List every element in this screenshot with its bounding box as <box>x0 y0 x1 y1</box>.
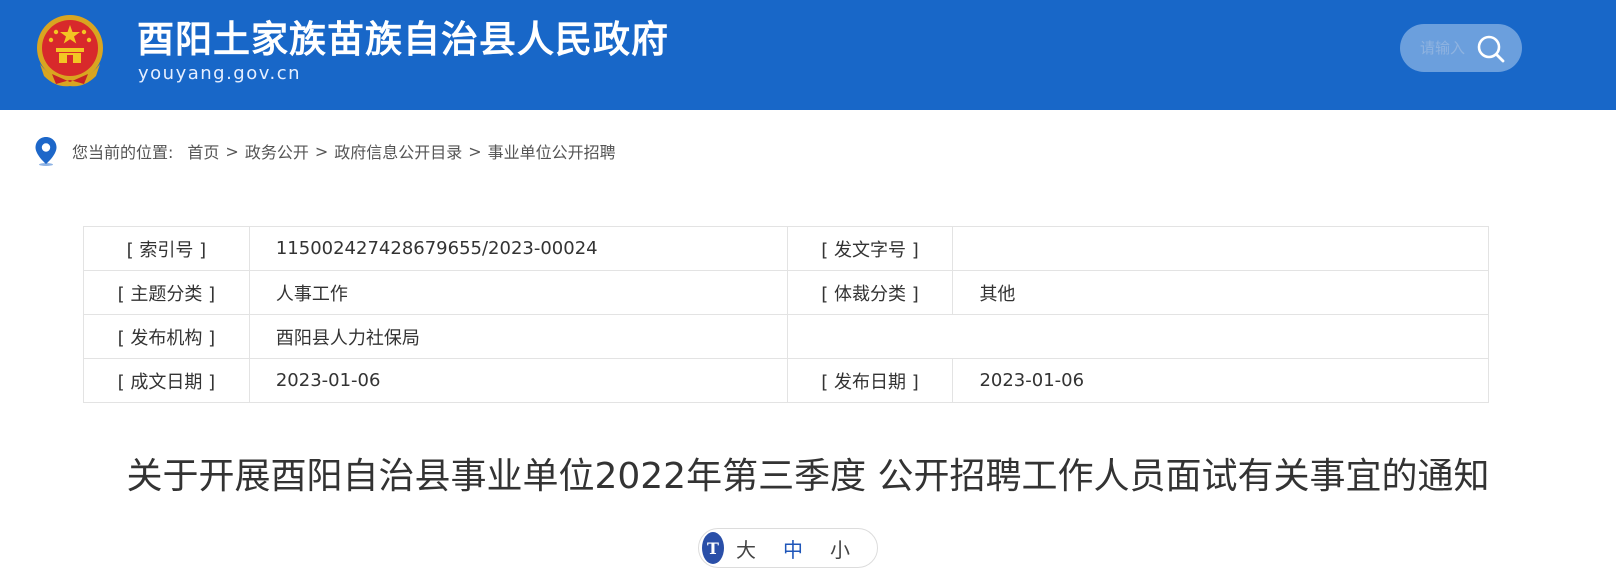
font-size-small-button[interactable]: 小 <box>830 534 850 563</box>
breadcrumb-recruitment[interactable]: 事业单位公开招聘 <box>488 139 616 163</box>
site-domain: youyang.gov.cn <box>138 63 302 84</box>
search-box <box>1400 24 1522 72</box>
site-header: 酉阳土家族苗族自治县人民政府 youyang.gov.cn <box>0 0 1616 110</box>
topic-category-value: 人事工作 <box>248 270 788 315</box>
breadcrumb-gov-affairs[interactable]: 政务公开 <box>245 139 309 163</box>
breadcrumb-home[interactable]: 首页 <box>187 139 219 163</box>
empty-cell <box>786 314 1490 359</box>
table-row: [ 成文日期 ] 2023-01-06 [ 发布日期 ] 2023-01-06 <box>83 358 1489 403</box>
created-date-value: 2023-01-06 <box>248 358 788 403</box>
table-row: [ 索引号 ] 115002427428679655/2023-00024 [ … <box>83 226 1489 271</box>
topic-category-label: [ 主题分类 ] <box>83 270 250 315</box>
published-date-value: 2023-01-06 <box>952 358 1489 403</box>
created-date-label: [ 成文日期 ] <box>83 358 250 403</box>
breadcrumb-separator: > <box>314 141 329 161</box>
genre-category-label: [ 体裁分类 ] <box>786 270 954 315</box>
font-size-large-button[interactable]: 大 <box>736 534 756 563</box>
genre-category-value: 其他 <box>952 270 1489 315</box>
search-icon[interactable] <box>1476 34 1506 64</box>
font-size-medium-button[interactable]: 中 <box>783 534 803 563</box>
table-row: [ 主题分类 ] 人事工作 [ 体裁分类 ] 其他 <box>83 270 1489 315</box>
document-number-label: [ 发文字号 ] <box>786 226 954 271</box>
location-pin-icon <box>35 137 57 166</box>
breadcrumb: 您当前的位置: 首页 > 政务公开 > 政府信息公开目录 > 事业单位公开招聘 <box>34 134 616 168</box>
document-number-value <box>952 226 1489 271</box>
breadcrumb-separator: > <box>468 141 482 161</box>
publisher-label: [ 发布机构 ] <box>83 314 250 359</box>
breadcrumb-separator: > <box>225 141 239 161</box>
breadcrumb-label: 您当前的位置: <box>72 143 174 162</box>
published-date-label: [ 发布日期 ] <box>786 358 954 403</box>
index-number-value: 115002427428679655/2023-00024 <box>248 226 788 271</box>
font-size-switcher: T 大 中 小 <box>698 528 878 568</box>
national-emblem-icon[interactable] <box>34 12 106 88</box>
text-size-icon: T <box>702 532 724 564</box>
breadcrumb-info-catalog[interactable]: 政府信息公开目录 <box>334 139 462 163</box>
article-title: 关于开展酉阳自治县事业单位2022年第三季度 公开招聘工作人员面试有关事宜的通知 <box>126 456 1490 497</box>
table-row: [ 发布机构 ] 酉阳县人力社保局 <box>83 314 1490 359</box>
publisher-value: 酉阳县人力社保局 <box>248 314 788 359</box>
search-input[interactable] <box>1420 34 1480 62</box>
site-title[interactable]: 酉阳土家族苗族自治县人民政府 <box>137 16 669 64</box>
document-metadata-table: [ 索引号 ] 115002427428679655/2023-00024 [ … <box>83 226 1490 403</box>
index-number-label: [ 索引号 ] <box>83 226 250 271</box>
